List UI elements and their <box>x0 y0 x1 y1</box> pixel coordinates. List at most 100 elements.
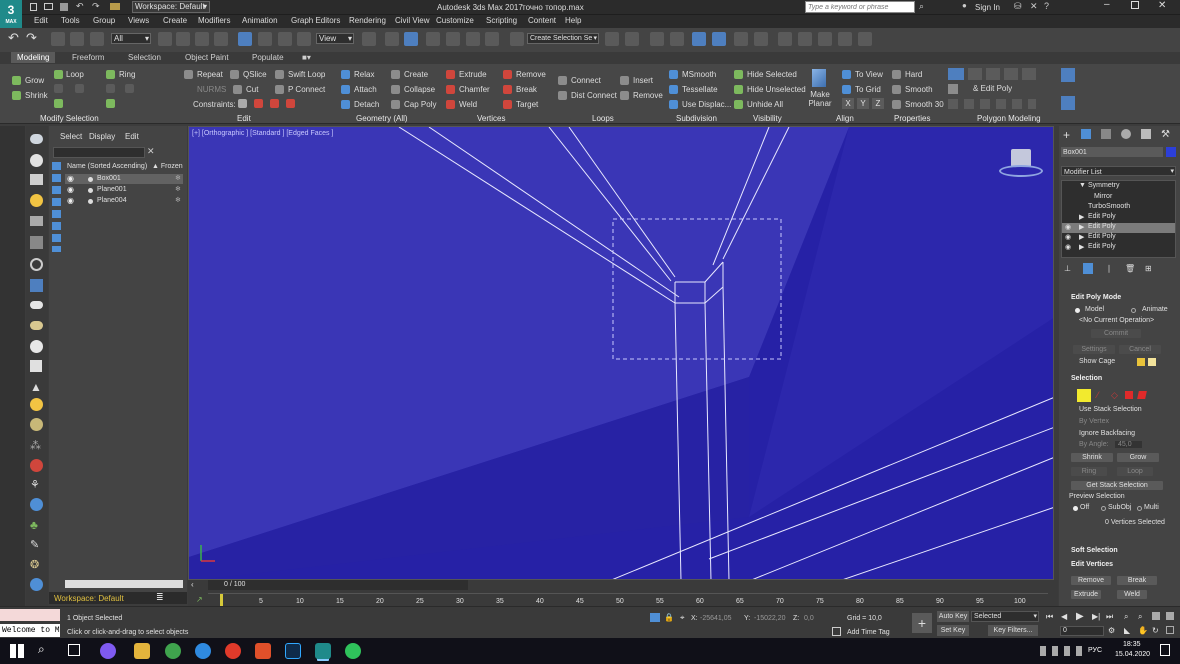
group-properties[interactable]: Properties <box>894 114 930 123</box>
show-end-result-icon[interactable] <box>1083 263 1093 274</box>
shape-icon[interactable] <box>30 301 43 309</box>
maximize-viewport-icon[interactable] <box>1166 626 1174 634</box>
bind-spacewarp-icon[interactable] <box>90 32 104 46</box>
light-icon[interactable] <box>30 194 43 207</box>
box-icon[interactable] <box>30 174 43 185</box>
cage-color-1[interactable] <box>1137 358 1145 366</box>
key-filters-button[interactable]: Key Filters... <box>988 625 1038 636</box>
group-modify-selection[interactable]: Modify Selection <box>40 114 99 123</box>
named-selection-dropdown[interactable]: Create Selection Se ▾ <box>527 33 599 44</box>
scene-row[interactable] <box>65 174 183 184</box>
loop-grow-icon[interactable] <box>54 84 63 93</box>
explorer-icon[interactable] <box>134 643 150 659</box>
search-icon[interactable]: ⌕ <box>38 642 45 657</box>
ribbon-expand-icon[interactable] <box>1061 68 1075 82</box>
scene-object-name[interactable]: Box001 <box>97 175 121 182</box>
pan-icon[interactable]: ✋ <box>1138 626 1148 635</box>
open-file-icon[interactable] <box>44 3 53 10</box>
scene-search-field[interactable] <box>53 147 145 158</box>
group-subdivision[interactable]: Subdivision <box>676 114 717 123</box>
cylinder-icon[interactable] <box>30 418 43 431</box>
time-config-icon[interactable]: ⚙ <box>1108 626 1115 635</box>
tab-modeling[interactable]: Modeling <box>11 52 56 63</box>
tab-selection[interactable]: Selection <box>128 53 161 62</box>
shrink-button[interactable]: Shrink <box>25 91 48 100</box>
nurms-button[interactable]: NURMS <box>197 85 226 94</box>
next-frame-icon[interactable]: ▶| <box>1092 612 1100 621</box>
layers-icon[interactable]: ≣ <box>156 592 164 603</box>
tab-populate[interactable]: Populate <box>252 53 284 62</box>
cart-icon[interactable]: ⛁ <box>1014 1 1022 12</box>
stack-item-edit-poly[interactable]: Edit Poly <box>1088 243 1116 250</box>
windows-start-icon[interactable] <box>10 644 24 658</box>
new-file-icon[interactable] <box>30 3 37 11</box>
scene-tab-select[interactable]: Select <box>60 132 82 141</box>
notifications-icon[interactable] <box>1160 644 1170 656</box>
constraint-none-icon[interactable] <box>238 99 247 108</box>
visibility-eye-icon[interactable]: ◉ <box>67 185 74 194</box>
smooth-button[interactable]: Smooth <box>905 85 933 94</box>
freeze-icon[interactable]: ❄ <box>175 196 181 204</box>
select-object-icon[interactable] <box>158 32 172 46</box>
menu-graph-editors[interactable]: Graph Editors <box>291 16 340 25</box>
cage-color-2[interactable] <box>1148 358 1156 366</box>
insert-button[interactable]: Insert <box>633 76 653 85</box>
clear-search-icon[interactable]: ✕ <box>147 146 155 157</box>
remove-modifier-icon[interactable]: 🗑 <box>1125 264 1135 273</box>
render-iterative-icon[interactable] <box>858 32 872 46</box>
rollout-edit-vertices[interactable]: Edit Vertices <box>1071 561 1113 568</box>
expand-arrow-icon[interactable]: ▶ <box>1079 213 1084 221</box>
prev-frame-icon[interactable]: ◀ <box>1061 612 1067 621</box>
scene-explorer-icon[interactable] <box>692 32 706 46</box>
chamfer-button[interactable]: Chamfer <box>459 85 490 94</box>
workspace-dropdown[interactable]: Workspace: Default ▾ <box>132 1 210 13</box>
scene-scrollbar[interactable] <box>65 580 183 588</box>
menu-modifiers[interactable]: Modifiers <box>198 16 230 25</box>
group-geometry[interactable]: Geometry (All) <box>356 114 408 123</box>
expand-arrow-icon[interactable]: ▶ <box>1079 223 1084 231</box>
grow-button[interactable]: Grow <box>1117 453 1159 462</box>
photoshop-icon[interactable] <box>285 643 301 659</box>
ignore-backfacing-checkbox[interactable]: Ignore Backfacing <box>1079 430 1135 437</box>
info-icon[interactable] <box>30 578 43 591</box>
element-selection-icon[interactable] <box>1137 391 1147 399</box>
attach-button[interactable]: Attach <box>354 85 377 94</box>
viewport-orthographic[interactable]: [+] [Orthographic ] [Standard ] [Edged F… <box>188 126 1054 580</box>
time-tag-icon[interactable] <box>832 627 841 636</box>
save-file-icon[interactable] <box>60 3 68 11</box>
link-icon[interactable] <box>51 32 65 46</box>
loop-remove-button[interactable]: Remove <box>633 91 663 100</box>
time-slider-prev-icon[interactable]: ‹ <box>191 580 194 589</box>
particle-icon[interactable]: ⁂ <box>30 439 41 452</box>
select-move-icon[interactable] <box>238 32 252 46</box>
absolute-mode-icon[interactable]: ⌖ <box>680 613 685 623</box>
isolate-icon[interactable] <box>650 613 660 622</box>
helper-icon[interactable] <box>30 236 43 249</box>
align-y-button[interactable]: Y <box>857 98 869 109</box>
select-scale-icon[interactable] <box>278 32 292 46</box>
group-polygon-modeling[interactable]: Polygon Modeling <box>977 114 1041 123</box>
polymod-button[interactable]: & Edit Poly <box>973 84 1012 93</box>
scene-tab-edit[interactable]: Edit <box>125 132 139 141</box>
zoom-all-icon[interactable]: ⌕ <box>1138 612 1142 622</box>
ring-button[interactable]: Ring <box>119 70 135 79</box>
unhide-all-button[interactable]: Unhide All <box>747 100 783 109</box>
visibility-eye-icon[interactable]: ◉ <box>67 174 74 183</box>
workspace-footer-label[interactable]: Workspace: Default <box>54 594 124 603</box>
curve-editor-icon[interactable] <box>734 32 748 46</box>
stack-item-turbosmooth[interactable]: TurboSmooth <box>1088 203 1130 210</box>
collapse-button[interactable]: Collapse <box>404 85 435 94</box>
border-mode-icon[interactable] <box>986 68 1000 80</box>
expand-arrow-icon[interactable]: ▶ <box>1079 243 1084 251</box>
globe-icon[interactable] <box>30 498 43 511</box>
go-to-end-icon[interactable]: ⏭ <box>1106 612 1113 622</box>
systems-icon[interactable] <box>30 279 43 292</box>
relax-button[interactable]: Relax <box>354 70 374 79</box>
by-vertex-checkbox[interactable]: By Vertex <box>1079 418 1109 425</box>
create-button[interactable]: Create <box>404 70 428 79</box>
ref-coord-dropdown[interactable]: View ▾ <box>316 33 354 44</box>
x-coordinate[interactable]: -25641,05 <box>700 615 732 622</box>
freeze-icon[interactable]: ❄ <box>175 185 181 193</box>
spacewarp-icon[interactable] <box>30 258 43 271</box>
menu-animation[interactable]: Animation <box>242 16 278 25</box>
